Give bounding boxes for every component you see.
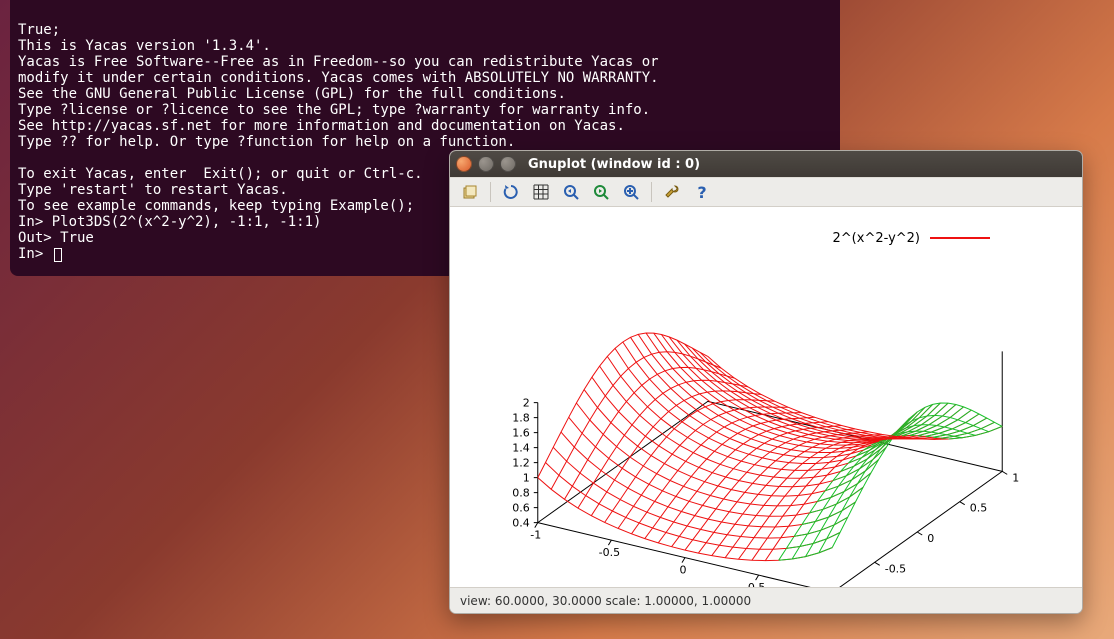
svg-text:0.8: 0.8 — [512, 487, 530, 500]
zoom-prev-icon[interactable] — [557, 179, 585, 205]
svg-text:1.6: 1.6 — [512, 427, 530, 440]
terminal-line: True; — [18, 22, 60, 38]
svg-text:1.4: 1.4 — [512, 442, 530, 455]
cursor-icon — [54, 248, 62, 262]
svg-text:0.5: 0.5 — [748, 581, 766, 587]
terminal-line: Type ?license or ?licence to see the GPL… — [18, 102, 650, 118]
maximize-button[interactable] — [500, 156, 516, 172]
svg-text:1.8: 1.8 — [512, 412, 530, 425]
toolbar: ? — [450, 177, 1082, 207]
wrench-icon[interactable] — [658, 179, 686, 205]
svg-text:2: 2 — [523, 397, 530, 410]
close-button[interactable] — [456, 156, 472, 172]
terminal-line: Yacas is Free Software--Free as in Freed… — [18, 54, 659, 70]
status-text: view: 60.0000, 30.0000 scale: 1.00000, 1… — [460, 594, 751, 608]
copy-icon[interactable] — [456, 179, 484, 205]
svg-text:-0.5: -0.5 — [885, 562, 906, 575]
separator — [490, 182, 491, 202]
terminal-prompt[interactable]: In> — [18, 246, 52, 262]
refresh-icon[interactable] — [497, 179, 525, 205]
titlebar[interactable]: Gnuplot (window id : 0) — [450, 151, 1082, 177]
svg-text:1: 1 — [523, 472, 530, 485]
svg-text:0: 0 — [680, 564, 687, 577]
grid-icon[interactable] — [527, 179, 555, 205]
autoscale-icon[interactable] — [617, 179, 645, 205]
plot-area[interactable]: 0.40.60.811.21.41.61.82-1-0.500.51-1-0.5… — [450, 207, 1082, 587]
terminal-line: See http://yacas.sf.net for more informa… — [18, 118, 625, 134]
svg-text:0.6: 0.6 — [512, 502, 530, 515]
terminal-line: See the GNU General Public License (GPL)… — [18, 86, 566, 102]
terminal-line: This is Yacas version '1.3.4'. — [18, 38, 271, 54]
terminal-line: Out> True — [18, 230, 94, 246]
terminal-line: Type ?? for help. Or type ?function for … — [18, 134, 515, 150]
svg-text:0.5: 0.5 — [970, 502, 988, 515]
svg-text:1: 1 — [1012, 471, 1019, 484]
separator — [651, 182, 652, 202]
terminal-line: To see example commands, keep typing Exa… — [18, 198, 414, 214]
svg-text:0: 0 — [927, 532, 934, 545]
svg-text:0.4: 0.4 — [512, 517, 530, 530]
svg-text:2^(x^2-y^2): 2^(x^2-y^2) — [833, 231, 920, 246]
help-icon[interactable]: ? — [688, 179, 716, 205]
terminal-line: In> Plot3DS(2^(x^2-y^2), -1:1, -1:1) — [18, 214, 321, 230]
plot-svg: 0.40.60.811.21.41.61.82-1-0.500.51-1-0.5… — [450, 207, 1083, 587]
zoom-next-icon[interactable] — [587, 179, 615, 205]
terminal-line: To exit Yacas, enter Exit(); or quit or … — [18, 166, 423, 182]
svg-text:-1: -1 — [530, 529, 541, 542]
svg-text:-0.5: -0.5 — [599, 546, 620, 559]
window-title: Gnuplot (window id : 0) — [528, 157, 700, 172]
gnuplot-window[interactable]: Gnuplot (window id : 0) ? 0.4 0.6 0.8 1 1.2 1… — [449, 150, 1083, 614]
status-bar: view: 60.0000, 30.0000 scale: 1.00000, 1… — [450, 587, 1082, 613]
minimize-button[interactable] — [478, 156, 494, 172]
svg-text:1.2: 1.2 — [512, 457, 530, 470]
terminal-line: modify it under certain conditions. Yaca… — [18, 70, 659, 86]
terminal-line: Type 'restart' to restart Yacas. — [18, 182, 288, 198]
